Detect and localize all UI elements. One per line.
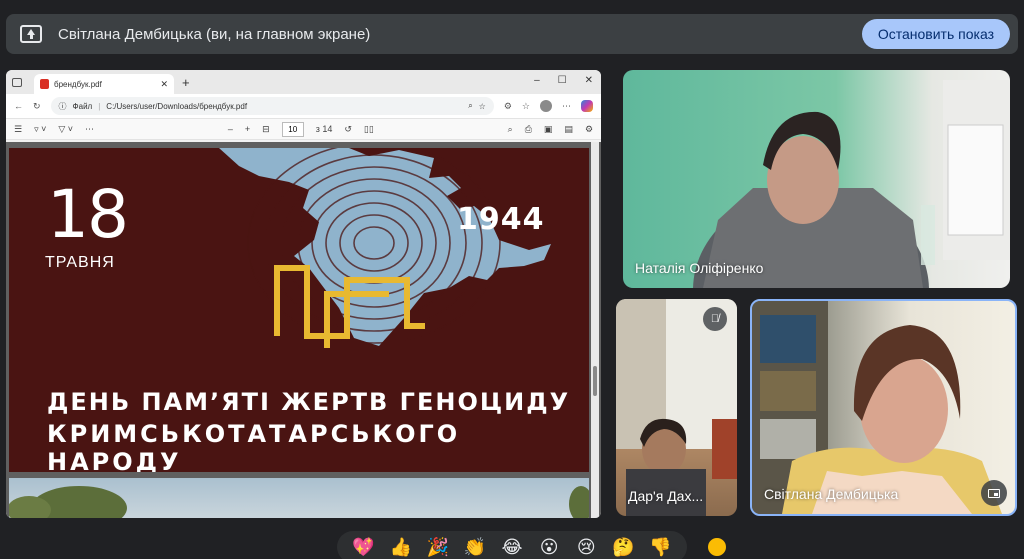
present-screen-icon	[20, 25, 42, 43]
slide-heading-line2: КРИМСЬКОТАТАРСЬКОГО НАРОДУ	[47, 420, 461, 472]
reaction-thumbs-down-icon[interactable]: 👎	[647, 538, 673, 556]
save-icon[interactable]: ▣	[544, 124, 553, 135]
tab-pdf[interactable]: брендбук.pdf ✕	[34, 74, 174, 94]
slide-month: ТРАВНЯ	[45, 254, 115, 271]
save-as-icon[interactable]: ▤	[564, 124, 573, 135]
slide-day: 18	[47, 176, 129, 253]
reactions-bar: 💖 👍 🎉 👏 😂 😮 😢 🤔 👎	[337, 531, 687, 559]
trees-image	[9, 486, 589, 518]
tab-title: брендбук.pdf	[54, 79, 102, 89]
reaction-cry-icon[interactable]: 😢	[573, 538, 599, 556]
participant-video	[693, 80, 1010, 288]
skin-tone-button[interactable]	[706, 536, 728, 558]
shared-browser-window: брендбук.pdf ✕ + – ☐ ✕ ← ↻ ⓘ Файл | C:/U…	[6, 70, 601, 518]
pdf-settings-icon[interactable]: ⚙	[585, 124, 593, 135]
refresh-icon[interactable]: ↻	[33, 101, 41, 112]
print-icon[interactable]: ⎙	[525, 124, 532, 135]
pdf-document-area[interactable]: 18 ТРАВНЯ 1944 ДЕНЬ ПАМ’ЯТІ ЖЕРТВ ГЕНОЦИ…	[6, 142, 601, 518]
url-scheme-label: Файл	[72, 101, 93, 111]
meet-window: Світлана Дембицька (ви, на главном экран…	[0, 0, 1024, 559]
pdf-toolbar: ☰ ▿ ˅ ▽ ˅ ⋯ – + ⊟ з 14 ↺ ▯▯ ⌕ ⎙ ▣ ▤ ⚙	[6, 118, 601, 140]
zoom-in-button[interactable]: +	[245, 124, 250, 134]
page-number-input[interactable]	[281, 121, 304, 137]
tab-actions-icon[interactable]	[12, 77, 22, 87]
minimize-button[interactable]: –	[534, 75, 540, 86]
next-pdf-page	[9, 478, 589, 518]
back-icon[interactable]: ←	[14, 101, 23, 111]
browser-tab-bar: брендбук.pdf ✕ + – ☐ ✕	[6, 70, 601, 94]
slide-heading-line1: ДЕНЬ ПАМ’ЯТІ ЖЕРТВ ГЕНОЦИДУ	[47, 388, 571, 416]
reaction-heart-icon[interactable]: 💖	[351, 538, 377, 556]
pdf-page: 18 ТРАВНЯ 1944 ДЕНЬ ПАМ’ЯТІ ЖЕРТВ ГЕНОЦИ…	[9, 148, 589, 472]
extensions-icon[interactable]: ⚙	[504, 101, 512, 112]
maximize-button[interactable]: ☐	[558, 75, 567, 86]
pip-icon	[988, 488, 1000, 498]
reaction-surprised-icon[interactable]: 😮	[536, 538, 562, 556]
info-icon: ⓘ	[58, 101, 67, 111]
stop-presenting-button[interactable]: Остановить показ	[861, 19, 1010, 49]
scrollbar-thumb[interactable]	[593, 366, 597, 396]
bookshelf-image	[760, 315, 816, 459]
pdf-icon	[40, 79, 49, 89]
mic-off-icon: 🎙̸	[703, 307, 727, 331]
pdf-more-icon[interactable]: ⋯	[85, 124, 94, 135]
participant-tile[interactable]: Наталія Оліфіренко	[623, 70, 1010, 288]
address-bar-row: ← ↻ ⓘ Файл | C:/Users/user/Downloads/бре…	[6, 94, 601, 118]
participant-name: Світлана Дембицька	[764, 486, 899, 502]
participant-tile[interactable]: 🎙̸ Дар'я Дах...	[616, 299, 737, 516]
profile-avatar[interactable]	[540, 100, 552, 112]
crimea-fingerprint-map	[219, 148, 551, 348]
zoom-out-button[interactable]: –	[228, 124, 233, 134]
reaction-thinking-icon[interactable]: 🤔	[610, 538, 636, 556]
contents-icon[interactable]: ☰	[14, 124, 22, 135]
participant-tile[interactable]: Світлана Дембицька	[750, 299, 1017, 516]
participant-name: Дар'я Дах...	[628, 488, 704, 504]
participant-name: Наталія Оліфіренко	[635, 260, 764, 276]
url-path: C:/Users/user/Downloads/брендбук.pdf	[106, 101, 248, 111]
favorites-icon[interactable]: ☆	[522, 101, 530, 112]
reaction-laugh-icon[interactable]: 😂	[499, 538, 525, 556]
reaction-thumbs-up-icon[interactable]: 👍	[388, 538, 414, 556]
find-icon[interactable]: ⌕	[508, 124, 513, 135]
close-tab-icon[interactable]: ✕	[160, 79, 168, 90]
pdf-scrollbar[interactable]	[591, 142, 599, 518]
favorite-star-icon[interactable]: ☆	[479, 102, 486, 111]
slide-year: 1944	[457, 202, 545, 237]
zoom-search-icon[interactable]: ⌕	[468, 101, 472, 111]
presenting-title: Світлана Дембицька (ви, на главном экран…	[58, 25, 371, 43]
highlight-icon[interactable]: ▿ ˅	[34, 124, 46, 135]
page-total-label: з 14	[315, 124, 333, 134]
picture-in-picture-button[interactable]	[981, 480, 1007, 506]
page-view-icon[interactable]: ▯▯	[364, 124, 374, 135]
copilot-icon[interactable]	[581, 100, 593, 112]
reaction-party-icon[interactable]: 🎉	[425, 538, 451, 556]
more-menu-icon[interactable]: ⋯	[562, 101, 571, 112]
participant-video	[616, 299, 737, 516]
reaction-clap-icon[interactable]: 👏	[462, 538, 488, 556]
rotate-icon[interactable]: ↺	[344, 124, 352, 135]
window-controls: – ☐ ✕	[534, 75, 593, 86]
fit-page-icon[interactable]: ⊟	[262, 124, 270, 135]
url-field[interactable]: ⓘ Файл | C:/Users/user/Downloads/брендбу…	[50, 97, 494, 115]
url-separator: |	[98, 101, 101, 111]
draw-icon[interactable]: ▽ ˅	[58, 124, 73, 135]
presenting-banner: Світлана Дембицька (ви, на главном экран…	[6, 14, 1018, 54]
participant-video	[752, 301, 1002, 514]
close-window-button[interactable]: ✕	[585, 75, 593, 86]
new-tab-button[interactable]: +	[182, 75, 190, 90]
